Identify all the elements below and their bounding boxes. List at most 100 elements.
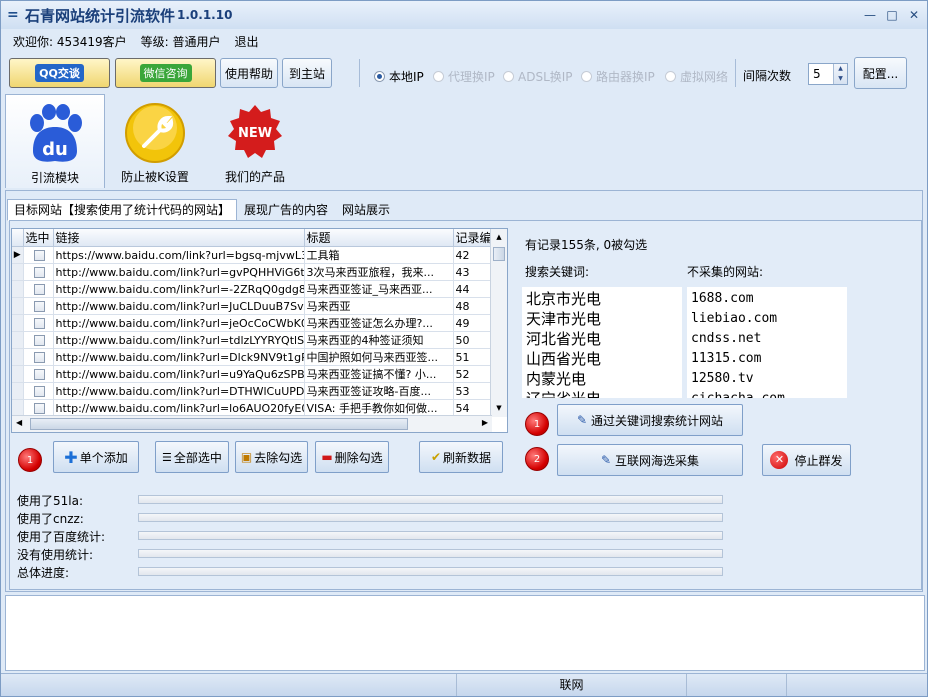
keywords-textbox[interactable]: 北京市光电天津市光电河北省光电山西省光电内蒙光电辽宁省光电: [522, 287, 682, 398]
row-checkbox[interactable]: [33, 250, 45, 261]
log-output[interactable]: [5, 595, 925, 671]
tab-target-sites[interactable]: 目标网站【搜索使用了统计代码的网站】: [7, 199, 238, 221]
grid-vscroll-thumb[interactable]: [493, 247, 505, 261]
row-id[interactable]: 49: [453, 314, 493, 332]
row-id[interactable]: 44: [453, 280, 493, 298]
table-row[interactable]: http://www.baidu.com/link?url=lo6AUO20fy…: [12, 399, 493, 417]
row-link[interactable]: http://www.baidu.com/link?url=DTHWlCuUPD…: [53, 382, 305, 400]
row-id[interactable]: 51: [453, 348, 493, 366]
row-checkbox[interactable]: [33, 284, 45, 295]
target-sites-grid[interactable]: 选中 链接 标题 记录编 ▶ https://www.baidu.com/link…: [11, 228, 508, 433]
row-checkbox[interactable]: [33, 301, 45, 312]
row-title[interactable]: VISA: 手把手教你如何做...: [304, 399, 454, 417]
row-id[interactable]: 53: [453, 382, 493, 400]
row-checkbox[interactable]: [33, 369, 45, 380]
tab-anti-k-settings[interactable]: 防止被K设置: [105, 94, 205, 188]
row-id[interactable]: 43: [453, 263, 493, 281]
minimize-icon[interactable]: —: [863, 8, 877, 22]
help-button[interactable]: 使用帮助: [220, 58, 278, 88]
row-title[interactable]: 马来西亚签证怎么办理?...: [304, 314, 454, 332]
tab-our-products[interactable]: NEW 我们的产品: [205, 94, 305, 188]
radio-router-ip[interactable]: 路由器换IP: [581, 68, 655, 85]
row-checkbox-cell[interactable]: [23, 263, 54, 281]
grid-header-title[interactable]: 标题: [304, 229, 454, 247]
radio-adsl-ip[interactable]: ADSL换IP: [503, 68, 573, 85]
row-checkbox[interactable]: [33, 267, 45, 278]
scroll-right-icon[interactable]: ▶: [482, 418, 488, 427]
row-checkbox-cell[interactable]: [23, 297, 54, 315]
row-link[interactable]: http://www.baidu.com/link?url=lo6AUO20fy…: [53, 399, 305, 417]
table-row[interactable]: http://www.baidu.com/link?url=Dlck9NV9t1…: [12, 348, 493, 366]
radio-local-ip[interactable]: 本地IP: [374, 68, 424, 85]
close-icon[interactable]: ✕: [907, 8, 921, 22]
row-checkbox-cell[interactable]: [23, 365, 54, 383]
row-title[interactable]: 马来西亚签证_马来西亚...: [304, 280, 454, 298]
row-checkbox-cell[interactable]: [23, 331, 54, 349]
interval-stepper[interactable]: 5 ▲ ▼: [808, 63, 848, 85]
nocollect-textbox[interactable]: 1688.com liebiao.com cndss.net 11315.com 125…: [687, 287, 847, 398]
table-row[interactable]: http://www.baidu.com/link?url=jeOcCoCWbK…: [12, 314, 493, 332]
scroll-left-icon[interactable]: ◀: [16, 418, 22, 427]
row-link[interactable]: http://www.baidu.com/link?url=JuCLDuuB7S…: [53, 297, 305, 315]
row-checkbox-cell[interactable]: [23, 382, 54, 400]
row-title[interactable]: 马来西亚签证攻略-百度...: [304, 382, 454, 400]
row-checkbox-cell[interactable]: [23, 246, 54, 264]
main-site-button[interactable]: 到主站: [282, 58, 332, 88]
row-id[interactable]: 52: [453, 365, 493, 383]
tab-traffic-module[interactable]: du 引流模块: [5, 94, 105, 188]
qq-chat-button[interactable]: QQ交谈: [9, 58, 110, 88]
table-row[interactable]: http://www.baidu.com/link?url=gvPQHHViG6…: [12, 263, 493, 281]
row-checkbox-cell[interactable]: [23, 348, 54, 366]
row-title[interactable]: 马来西亚签证搞不懂? 小...: [304, 365, 454, 383]
row-checkbox-cell[interactable]: [23, 314, 54, 332]
add-single-button[interactable]: ✚ 单个添加: [53, 441, 139, 473]
stop-mass-send-button[interactable]: ✕ 停止群发: [762, 444, 851, 476]
grid-horizontal-scrollbar[interactable]: ◀ ▶: [12, 415, 492, 432]
row-link[interactable]: https://www.baidu.com/link?url=bgsq-mjvw…: [53, 246, 305, 264]
row-checkbox[interactable]: [33, 386, 45, 397]
row-title[interactable]: 中国护照如何马来西亚签...: [304, 348, 454, 366]
row-checkbox[interactable]: [33, 318, 45, 329]
table-row[interactable]: http://www.baidu.com/link?url=JuCLDuuB7S…: [12, 297, 493, 315]
row-id[interactable]: 48: [453, 297, 493, 315]
table-row[interactable]: http://www.baidu.com/link?url=u9YaQu6zSP…: [12, 365, 493, 383]
scroll-up-icon[interactable]: ▲: [491, 229, 507, 246]
scroll-down-icon[interactable]: ▼: [491, 400, 507, 417]
tab-ad-content[interactable]: 展现广告的内容: [237, 199, 335, 221]
row-title[interactable]: 马来西亚的4种签证须知: [304, 331, 454, 349]
row-checkbox[interactable]: [33, 403, 45, 414]
row-title[interactable]: 马来西亚: [304, 297, 454, 315]
row-id[interactable]: 54: [453, 399, 493, 417]
row-link[interactable]: http://www.baidu.com/link?url=-2ZRqQ0gdg…: [53, 280, 305, 298]
row-link[interactable]: http://www.baidu.com/link?url=u9YaQu6zSP…: [53, 365, 305, 383]
grid-header-id[interactable]: 记录编: [453, 229, 493, 247]
deselect-button[interactable]: ▣ 去除勾选: [235, 441, 308, 473]
tab-site-display[interactable]: 网站展示: [335, 199, 397, 221]
row-checkbox[interactable]: [33, 335, 45, 346]
grid-header-link[interactable]: 链接: [53, 229, 305, 247]
row-link[interactable]: http://www.baidu.com/link?url=tdlzLYYRYQ…: [53, 331, 305, 349]
table-row[interactable]: http://www.baidu.com/link?url=tdlzLYYRYQ…: [12, 331, 493, 349]
row-link[interactable]: http://www.baidu.com/link?url=Dlck9NV9t1…: [53, 348, 305, 366]
internet-collect-button[interactable]: ✎ 互联网海选采集: [557, 444, 743, 476]
row-checkbox-cell[interactable]: [23, 399, 54, 417]
table-row[interactable]: http://www.baidu.com/link?url=DTHWlCuUPD…: [12, 382, 493, 400]
menu-icon[interactable]: =: [7, 8, 21, 22]
radio-virtual-network[interactable]: 虚拟网络: [665, 68, 728, 85]
logout-link[interactable]: 退出: [235, 33, 259, 51]
maximize-icon[interactable]: □: [885, 8, 899, 22]
row-id[interactable]: 50: [453, 331, 493, 349]
row-link[interactable]: http://www.baidu.com/link?url=jeOcCoCWbK…: [53, 314, 305, 332]
row-checkbox[interactable]: [33, 352, 45, 363]
radio-proxy-ip[interactable]: 代理换IP: [433, 68, 495, 85]
row-link[interactable]: http://www.baidu.com/link?url=gvPQHHViG6…: [53, 263, 305, 281]
table-row[interactable]: ▶ https://www.baidu.com/link?url=bgsq-mjv…: [12, 246, 493, 264]
row-title[interactable]: 工具箱: [304, 246, 454, 264]
table-row[interactable]: http://www.baidu.com/link?url=-2ZRqQ0gdg…: [12, 280, 493, 298]
row-checkbox-cell[interactable]: [23, 280, 54, 298]
select-all-button[interactable]: ☰ 全部选中: [155, 441, 229, 473]
stepper-arrows-icon[interactable]: ▲ ▼: [833, 64, 847, 84]
row-id[interactable]: 42: [453, 246, 493, 264]
search-by-keyword-button[interactable]: ✎ 通过关键词搜索统计网站: [557, 404, 743, 436]
refresh-button[interactable]: ✔ 刷新数据: [419, 441, 503, 473]
